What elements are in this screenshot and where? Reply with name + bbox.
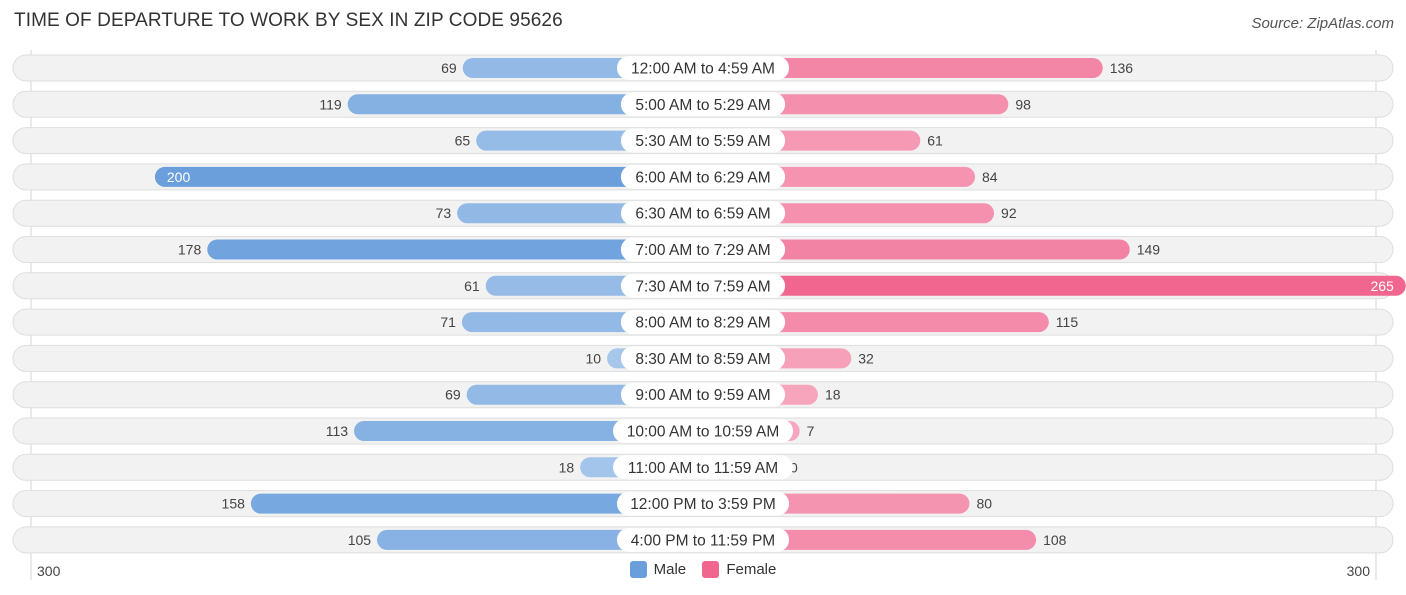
male-value-label: 158: [222, 496, 246, 512]
bar-row[interactable]: 73 92 6:30 AM to 6:59 AM: [12, 199, 1394, 227]
female-value-label: 84: [982, 169, 998, 185]
female-value-label: 265: [1370, 278, 1394, 294]
category-label: 9:00 AM to 9:59 AM: [635, 387, 770, 404]
legend-swatch-male: [629, 561, 647, 578]
category-label: 7:00 AM to 7:29 AM: [635, 242, 770, 259]
category-label: 8:30 AM to 8:59 AM: [635, 351, 770, 368]
legend-label-female: Female: [726, 561, 777, 578]
male-value-label: 71: [440, 314, 456, 330]
female-value-label: 32: [858, 350, 874, 366]
male-value-label: 178: [178, 242, 202, 258]
category-label: 6:00 AM to 6:29 AM: [635, 169, 770, 186]
category-label: 12:00 AM to 4:59 AM: [631, 61, 775, 78]
male-value-label: 65: [455, 133, 471, 149]
bar-row[interactable]: 18 011:00 AM to 11:59 AM: [12, 453, 1394, 481]
male-value-label: 105: [348, 532, 372, 548]
female-value-label: 61: [927, 133, 943, 149]
bar-row[interactable]: 158 80 12:00 PM to 3:59 PM: [12, 490, 1394, 518]
female-value-label: 18: [825, 387, 841, 403]
legend-item-male[interactable]: Male: [629, 561, 687, 578]
male-value-label: 10: [586, 350, 602, 366]
female-value-label: 115: [1056, 314, 1079, 330]
female-value-label: 7: [807, 423, 815, 439]
category-label: 11:00 AM to 11:59 AM: [628, 460, 778, 477]
bar-row[interactable]: 71 115 8:00 AM to 8:29 AM: [12, 308, 1394, 336]
category-label: 6:30 AM to 6:59 AM: [635, 206, 770, 223]
female-value-label: 80: [976, 496, 992, 512]
category-label: 7:30 AM to 7:59 AM: [635, 278, 770, 295]
legend-item-female[interactable]: Female: [702, 561, 776, 578]
male-value-label: 200: [167, 169, 191, 185]
bar-row[interactable]: 10 32 8:30 AM to 8:59 AM: [12, 344, 1394, 372]
female-value-label: 149: [1137, 242, 1161, 258]
category-label: 5:00 AM to 5:29 AM: [635, 97, 770, 114]
female-value-label: 98: [1015, 96, 1031, 112]
legend-label-male: Male: [653, 561, 687, 578]
legend-swatch-female: [702, 561, 720, 578]
bar-row[interactable]: 61 265 7:30 AM to 7:59 AM: [12, 272, 1406, 300]
bar-row[interactable]: 69 18 9:00 AM to 9:59 AM: [12, 381, 1394, 409]
legend: Male Female: [0, 561, 1406, 582]
bar-row[interactable]: 178 149 7:00 AM to 7:29 AM: [12, 236, 1394, 263]
bar-row[interactable]: 105 108 4:00 PM to 11:59 PM: [12, 526, 1394, 554]
male-value-label: 69: [445, 387, 461, 403]
bar-row[interactable]: 113 7 10:00 AM to 10:59 AM: [12, 417, 1394, 445]
male-value-label: 119: [319, 96, 342, 112]
category-label: 10:00 AM to 10:59 AM: [627, 424, 780, 441]
male-value-label: 18: [559, 459, 575, 475]
chart-canvas: 69 136 12:00 AM to 4:59 AM 119 98 5:00 AM to …: [12, 50, 1406, 580]
category-label: 8:00 AM to 8:29 AM: [635, 315, 770, 332]
category-label: 4:00 PM to 11:59 PM: [631, 532, 775, 549]
female-bar: [703, 275, 1406, 296]
male-value-label: 69: [441, 60, 457, 76]
female-value-label: 136: [1110, 60, 1134, 76]
bar-row[interactable]: 69 136 12:00 AM to 4:59 AM: [12, 54, 1394, 82]
category-label: 12:00 PM to 3:59 PM: [630, 496, 776, 513]
category-label: 5:30 AM to 5:59 AM: [635, 133, 770, 150]
female-value-label: 92: [1001, 205, 1017, 221]
female-value-label: 108: [1043, 532, 1067, 548]
bar-row[interactable]: 65 61 5:30 AM to 5:59 AM: [12, 127, 1394, 155]
bar-row[interactable]: 119 98 5:00 AM to 5:29 AM: [12, 90, 1394, 118]
male-value-label: 61: [464, 278, 480, 294]
bar-row[interactable]: 200 84 6:00 AM to 6:29 AM: [12, 163, 1394, 191]
male-value-label: 73: [436, 205, 452, 221]
male-bar: [154, 166, 703, 187]
male-value-label: 113: [326, 423, 349, 439]
